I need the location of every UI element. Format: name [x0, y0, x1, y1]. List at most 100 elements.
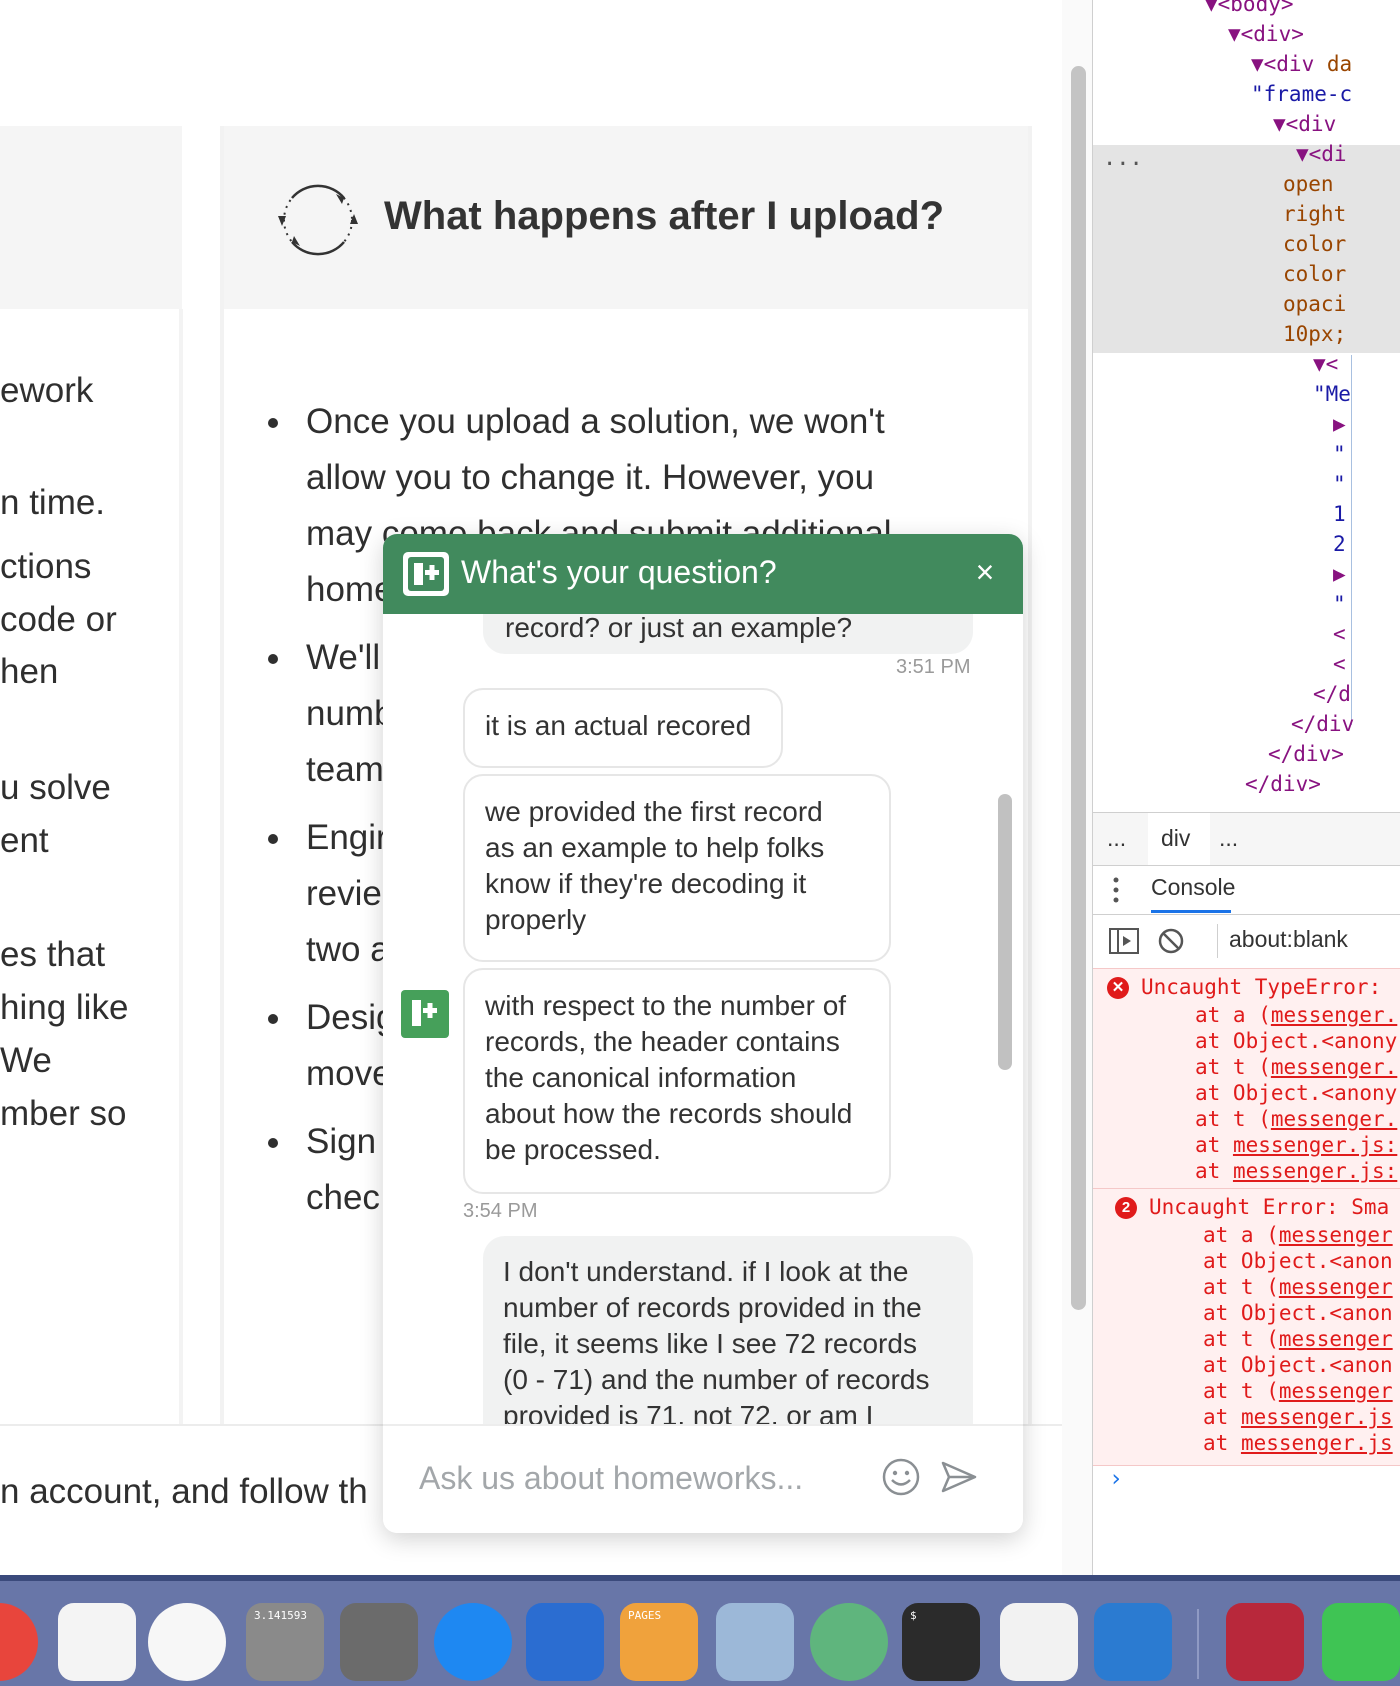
more-options-icon[interactable]: ... [1103, 146, 1143, 171]
dom-tag: ▶ [1333, 562, 1346, 586]
breadcrumb-item[interactable]: ... [1219, 825, 1238, 852]
dom-node-line[interactable]: < [1333, 622, 1346, 646]
context-selector[interactable]: about:blank [1229, 926, 1348, 953]
stack-frame-text: at Object.<anon [1203, 1301, 1393, 1325]
vertical-dots-icon[interactable] [1111, 876, 1121, 904]
dom-indent-guide [1351, 355, 1352, 725]
sidebar-toggle-icon[interactable] [1109, 928, 1139, 954]
source-link[interactable]: messenger [1279, 1379, 1393, 1403]
dom-tag: ▼<body> [1205, 0, 1294, 16]
dom-node-line[interactable]: ▶ [1333, 562, 1346, 586]
source-link[interactable]: messenger.js: [1233, 1159, 1397, 1183]
selected-dom-node[interactable] [1093, 145, 1400, 353]
stack-frame: at t (messenger. [1195, 1107, 1397, 1131]
textedit-icon[interactable] [1000, 1603, 1078, 1681]
reminders-icon[interactable] [58, 1603, 136, 1681]
dock-icon-label: PAGES [628, 1609, 662, 1622]
dom-node-line[interactable]: " [1333, 472, 1346, 496]
chat-title: What's your question? [461, 554, 777, 590]
stack-frame: at messenger.js [1203, 1405, 1393, 1429]
vscode-icon[interactable] [1094, 1603, 1172, 1681]
facetime-icon[interactable] [1322, 1603, 1400, 1681]
smiley-icon[interactable] [880, 1456, 922, 1498]
chrome-icon[interactable] [0, 1603, 38, 1681]
dom-node-line[interactable]: 1 [1333, 502, 1346, 526]
word-icon[interactable] [526, 1603, 604, 1681]
chat-message-input[interactable] [417, 1452, 861, 1504]
dom-node-line[interactable]: < [1333, 652, 1346, 676]
chat-scrollbar-thumb[interactable] [998, 794, 1012, 1070]
source-link[interactable]: messenger. [1271, 1055, 1397, 1079]
photos-icon[interactable] [148, 1603, 226, 1681]
source-link[interactable]: messenger.js [1241, 1405, 1393, 1429]
devtools-panel: ... ▼<body> ▼<div> ▼<div da "frame-c ▼<div ▼<… [1092, 0, 1400, 1575]
calculator-icon[interactable]: 3.141593 [246, 1603, 324, 1681]
dom-attribute: color [1283, 232, 1347, 256]
dom-node-line[interactable]: ▼<div> [1228, 22, 1304, 46]
dom-node-line[interactable]: </div> [1268, 742, 1344, 766]
dom-node-line[interactable]: </div> [1245, 772, 1321, 796]
dom-node-line[interactable]: ▼<div da [1251, 52, 1352, 76]
dom-node-line[interactable]: right [1283, 202, 1346, 226]
dom-attribute: 10px; [1283, 322, 1347, 346]
console-error[interactable]: 2 Uncaught Error: Sma at a (messenger at Ob… [1093, 1188, 1400, 1466]
source-link[interactable]: messenger. [1271, 1003, 1397, 1027]
stack-frame-text: at [1203, 1431, 1241, 1455]
dom-node-line[interactable]: opaci [1283, 292, 1346, 316]
dom-tag: < [1333, 622, 1346, 646]
source-link[interactable]: messenger [1279, 1327, 1393, 1351]
dom-node-line[interactable]: color [1283, 232, 1346, 256]
stack-frame-text: at t ( [1195, 1107, 1271, 1131]
dom-node-line[interactable]: ▼<body> [1205, 0, 1294, 16]
pages-icon[interactable]: PAGES [620, 1603, 698, 1681]
console-prompt[interactable]: › [1109, 1466, 1123, 1492]
system-preferences-icon[interactable] [340, 1603, 418, 1681]
dom-node-line[interactable]: 2 [1333, 532, 1346, 556]
dom-node-line[interactable]: 10px; [1283, 322, 1346, 346]
paper-plane-icon[interactable] [938, 1456, 980, 1498]
dom-node-line[interactable]: </div [1291, 712, 1354, 736]
breadcrumb-item-div[interactable]: div [1161, 825, 1190, 852]
breadcrumb-item[interactable]: ... [1107, 825, 1126, 852]
stack-frame: at t (messenger [1203, 1379, 1393, 1403]
chat-header: What's your question? × [383, 534, 1023, 614]
left-card-text: n time. [0, 483, 106, 522]
source-link[interactable]: messenger [1279, 1223, 1393, 1247]
chat-message-list[interactable]: record? or just an example? 3:51 PM it i… [383, 614, 1023, 1454]
atom-icon[interactable] [810, 1603, 888, 1681]
left-card-text: ent [0, 821, 49, 860]
dom-node-line[interactable]: " [1333, 592, 1346, 616]
dom-node-line[interactable]: ▼<di [1296, 142, 1347, 166]
stack-frame: at messenger.js: [1195, 1133, 1397, 1157]
stack-frame-text: at [1195, 1133, 1233, 1157]
agent-avatar-icon [401, 990, 449, 1038]
preview-icon[interactable] [716, 1603, 794, 1681]
agent-message: with respect to the number of records, t… [463, 968, 891, 1194]
stack-frame: at Object.<anon [1203, 1249, 1393, 1273]
source-link[interactable]: messenger [1279, 1275, 1393, 1299]
dom-node-line[interactable]: ▼< [1313, 352, 1338, 376]
source-link[interactable]: messenger.js: [1233, 1133, 1397, 1157]
page-scrollbar-thumb[interactable] [1071, 66, 1086, 1310]
stack-frame-text: at t ( [1203, 1275, 1279, 1299]
dom-node-line[interactable]: " [1333, 442, 1346, 466]
source-link[interactable]: messenger.js [1241, 1431, 1393, 1455]
dom-node-line[interactable]: "frame-c [1251, 82, 1352, 106]
photo-booth-icon[interactable] [1226, 1603, 1304, 1681]
dom-node-line[interactable]: ▶ [1333, 412, 1346, 436]
console-error[interactable]: ✕ Uncaught TypeError: at a (messenger. at O… [1093, 968, 1400, 1194]
left-card-body: ework n time. ctions code or hen u solve… [0, 309, 183, 1424]
dom-node-line[interactable]: "Me [1313, 382, 1351, 406]
dom-node-line[interactable]: open [1283, 172, 1334, 196]
tab-console[interactable]: Console [1151, 874, 1235, 901]
close-icon[interactable]: × [965, 552, 1005, 592]
terminal-icon[interactable]: $ [902, 1603, 980, 1681]
dom-node-line[interactable]: </d [1313, 682, 1351, 706]
dom-node-line[interactable]: color [1283, 262, 1346, 286]
dom-text: 1 [1333, 502, 1346, 526]
source-link[interactable]: messenger. [1271, 1107, 1397, 1131]
dom-node-line[interactable]: ▼<div [1273, 112, 1336, 136]
app-store-icon[interactable] [434, 1603, 512, 1681]
clear-console-icon[interactable] [1157, 927, 1185, 955]
dom-text: 2 [1333, 532, 1346, 556]
